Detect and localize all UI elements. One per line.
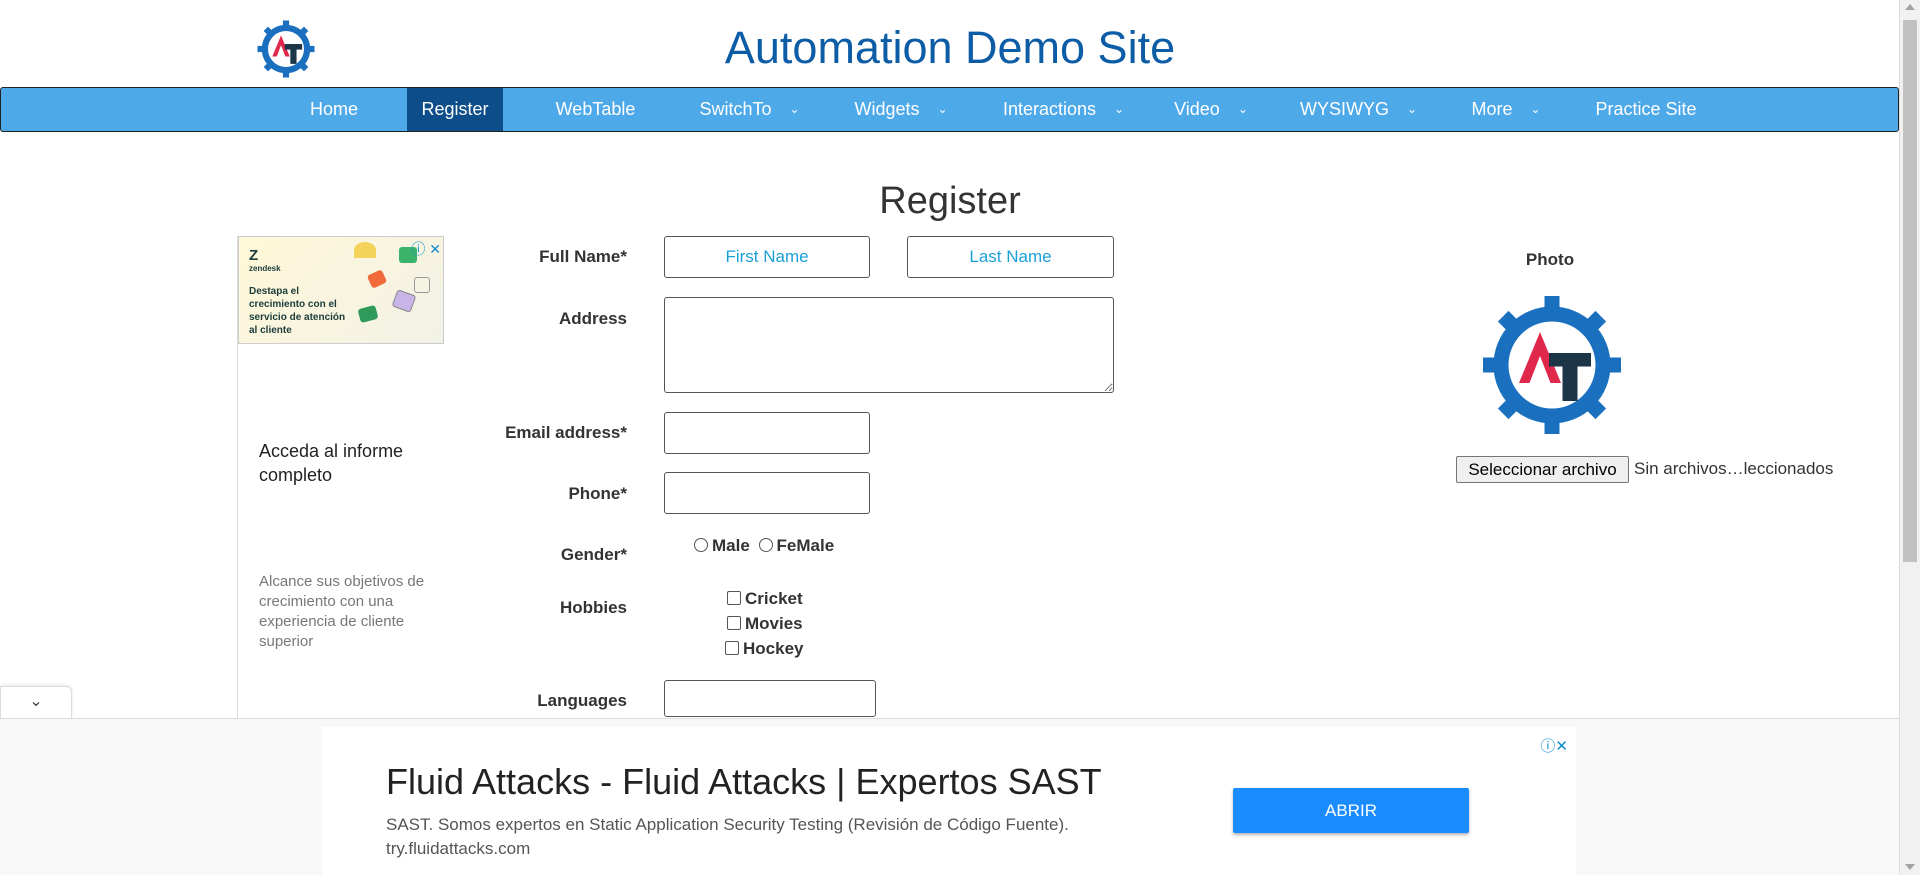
phone-input[interactable] [664,472,870,514]
nav-label: Widgets [854,99,920,119]
ad-shape-icon [414,277,430,293]
hobby-label: Cricket [745,589,803,608]
ad-brand: Zzendesk [249,247,281,273]
languages-multiselect[interactable] [664,680,876,717]
ad-shape-icon [366,269,388,289]
address-textarea[interactable] [664,297,1114,393]
nav-register[interactable]: Register [407,88,503,131]
nav-label: Register [421,99,489,119]
scroll-down-icon[interactable] [1905,864,1915,870]
profile-photo-logo [1483,296,1621,434]
gender-option-label: FeMale [776,536,835,555]
ad-headline[interactable]: Acceda al informe completo [259,439,429,487]
nav-interactions[interactable]: Interactions ⌄ [991,88,1136,131]
hobby-label: Movies [745,614,803,633]
gender-radio-group: Male FeMale [694,536,834,556]
chevron-down-icon: ⌄ [937,102,948,116]
gender-label: Gender* [560,545,627,564]
chevron-down-icon: ⌄ [29,693,43,710]
nav-video[interactable]: Video ⌄ [1161,88,1261,131]
info-icon[interactable]: ⓘ [1540,738,1555,755]
nav-label: Home [309,99,358,119]
nav-label: WYSIWYG [1299,99,1389,119]
hobby-checkbox-row: Movies [727,614,803,634]
chevron-down-icon: ⌄ [789,102,800,116]
nav-practice-site[interactable]: Practice Site [1586,88,1706,131]
nav-widgets[interactable]: Widgets ⌄ [841,88,961,131]
movies-checkbox[interactable] [727,616,741,630]
chevron-down-icon: ⌄ [1114,102,1125,116]
photo-label: Photo [1525,250,1575,269]
full-name-label: Full Name* [539,247,627,266]
ad-brand-name: zendesk [249,264,281,273]
scrollbar-thumb[interactable] [1903,20,1917,562]
languages-label: Languages [537,691,627,710]
vertical-scrollbar[interactable] [1899,0,1920,875]
nav-switchto[interactable]: SwitchTo ⌄ [687,88,812,131]
file-status: Sin archivos…leccionados [1634,459,1834,478]
nav-label: WebTable [555,99,636,119]
nav-label: Practice Site [1595,99,1697,119]
nav-webtable[interactable]: WebTable [538,88,653,131]
hobby-checkbox-row: Hockey [725,639,803,659]
first-name-input[interactable] [664,236,870,278]
gender-radio-male[interactable] [694,538,708,552]
close-icon[interactable]: ✕ [1555,738,1568,755]
page-title: Register [879,180,1021,222]
nav-more[interactable]: More ⌄ [1461,88,1551,131]
nav-label: More [1471,99,1513,119]
ad-description: SAST. Somos expertos en Static Applicati… [386,815,1069,834]
nav-home[interactable]: Home [291,88,377,131]
phone-label: Phone* [568,484,627,503]
ad-banner-text: Destapa el crecimiento con el servicio d… [249,286,346,336]
hobby-checkbox-row: Cricket [727,589,803,609]
email-label: Email address* [505,423,627,442]
email-input[interactable] [664,412,870,454]
gender-option-label: Male [712,536,750,555]
main-navbar: Home Register WebTable SwitchTo ⌄ Widgets… [0,87,1899,132]
hobby-label: Hockey [743,639,804,658]
zendesk-logo-icon: Z [249,247,259,264]
nav-label: SwitchTo [699,99,772,119]
hobbies-label: Hobbies [559,598,627,617]
chevron-down-icon: ⌄ [1406,102,1418,116]
last-name-input[interactable] [907,236,1114,278]
cricket-checkbox[interactable] [727,591,741,605]
bottom-ad: Fluid Attacks - Fluid Attacks | Expertos… [0,718,1900,875]
chevron-down-icon: ⌄ [1530,102,1541,116]
nav-label: Interactions [1002,99,1096,119]
nav-label: Video [1174,99,1220,119]
ad-choices[interactable]: ⓘ✕ [1540,735,1568,756]
ad-title[interactable]: Fluid Attacks - Fluid Attacks | Expertos… [386,761,1102,803]
ad-url[interactable]: try.fluidattacks.com [386,839,530,859]
chevron-down-icon: ⌄ [1237,102,1248,116]
collapse-ad-tab[interactable]: ⌄ [0,686,72,718]
site-title: Automation Demo Site [724,22,1176,73]
gender-radio-female[interactable] [758,538,773,552]
hockey-checkbox[interactable] [725,641,739,655]
choose-file-button[interactable]: Seleccionar archivo [1456,456,1629,483]
page: Automation Demo Site Home Register WebTa… [0,0,1920,875]
address-label: Address [558,309,627,328]
bottom-ad-card[interactable]: Fluid Attacks - Fluid Attacks | Expertos… [322,727,1576,875]
ad-open-button[interactable]: ABRIR [1233,788,1469,833]
scroll-up-icon[interactable] [1905,4,1915,10]
nav-wysiwyg[interactable]: WYSIWYG ⌄ [1291,88,1426,131]
